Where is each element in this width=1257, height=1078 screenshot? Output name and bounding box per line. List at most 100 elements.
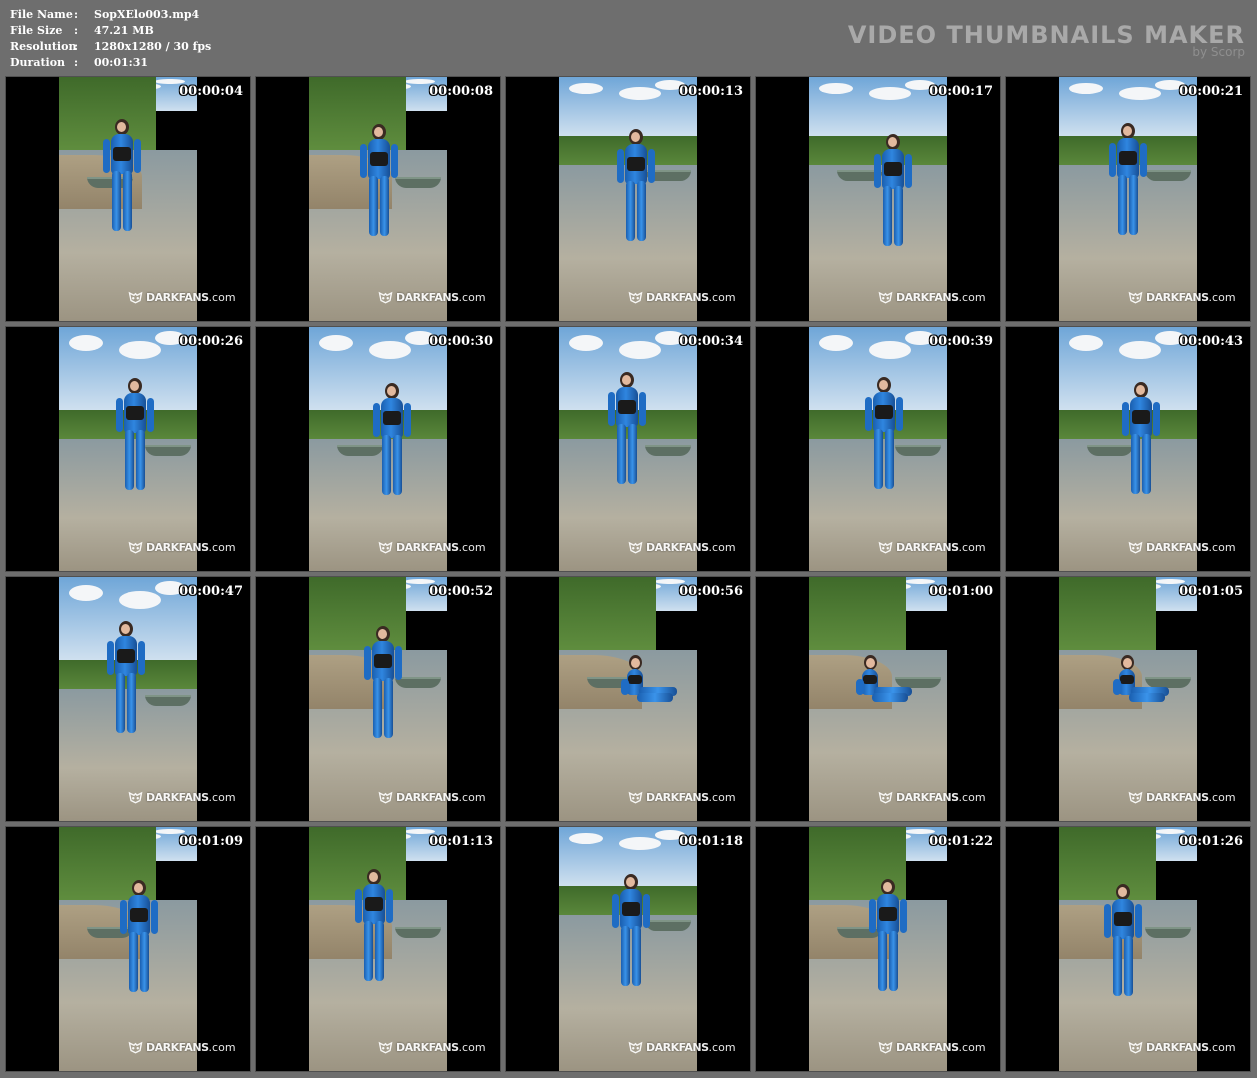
mask-logo-icon (378, 791, 393, 804)
watermark: DARKFANS.com (1128, 540, 1236, 555)
watermark-domain: .com (708, 291, 736, 304)
video-thumbnail[interactable]: 00:00:13 DARKFANS.com (506, 77, 750, 321)
video-thumbnail[interactable]: 00:00:17 DARKFANS.com (756, 77, 1000, 321)
info-value: 47.21 MB (94, 24, 154, 37)
watermark-brand: DARKFANS (1146, 1041, 1209, 1054)
mask-logo-icon (1128, 541, 1143, 554)
timestamp-label: 00:00:17 (929, 84, 993, 99)
mask-logo-icon (878, 291, 893, 304)
video-thumbnail[interactable]: 00:00:26 DARKFANS.com (6, 327, 250, 571)
watermark-brand: DARKFANS (146, 791, 209, 804)
watermark: DARKFANS.com (878, 790, 986, 805)
mask-logo-icon (628, 291, 643, 304)
video-thumbnail[interactable]: 00:01:22 DARKFANS.com (756, 827, 1000, 1071)
watermark-domain: .com (458, 541, 486, 554)
watermark-domain: .com (208, 291, 236, 304)
watermark-domain: .com (458, 291, 486, 304)
mask-logo-icon (128, 541, 143, 554)
thumbnail-frame-image (59, 827, 197, 1071)
watermark-domain: .com (958, 291, 986, 304)
watermark-brand: DARKFANS (896, 291, 959, 304)
video-thumbnail[interactable]: 00:00:30 DARKFANS.com (256, 327, 500, 571)
info-row-file-name: File Name : SopXElo003.mp4 (10, 7, 211, 23)
timestamp-label: 00:00:13 (679, 84, 743, 99)
watermark-brand: DARKFANS (396, 791, 459, 804)
timestamp-label: 00:01:26 (1179, 834, 1243, 849)
watermark-brand: DARKFANS (896, 1041, 959, 1054)
thumbnail-frame-image (1059, 827, 1197, 1071)
watermark: DARKFANS.com (878, 540, 986, 555)
video-thumbnail[interactable]: 00:01:05 DARKFANS.com (1006, 577, 1250, 821)
thumbnail-frame-image (1059, 327, 1197, 571)
timestamp-label: 00:00:39 (929, 334, 993, 349)
watermark: DARKFANS.com (128, 1040, 236, 1055)
watermark-domain: .com (1208, 791, 1236, 804)
video-thumbnail[interactable]: 00:01:18 DARKFANS.com (506, 827, 750, 1071)
mask-logo-icon (378, 1041, 393, 1054)
video-thumbnail[interactable]: 00:00:52 DARKFANS.com (256, 577, 500, 821)
timestamp-label: 00:01:22 (929, 834, 993, 849)
info-value: 1280x1280 / 30 fps (94, 40, 212, 53)
watermark-brand: DARKFANS (396, 541, 459, 554)
mask-logo-icon (878, 1041, 893, 1054)
thumbnail-frame-image (309, 827, 447, 1071)
thumbnail-frame-image (809, 77, 947, 321)
watermark-brand: DARKFANS (146, 291, 209, 304)
video-thumbnail[interactable]: 00:00:21 DARKFANS.com (1006, 77, 1250, 321)
watermark-domain: .com (458, 1041, 486, 1054)
watermark-domain: .com (958, 1041, 986, 1054)
watermark-domain: .com (958, 791, 986, 804)
video-thumbnail[interactable]: 00:01:09 DARKFANS.com (6, 827, 250, 1071)
mask-logo-icon (878, 541, 893, 554)
video-thumbnail[interactable]: 00:00:34 DARKFANS.com (506, 327, 750, 571)
thumbnail-frame-image (59, 577, 197, 821)
watermark: DARKFANS.com (128, 540, 236, 555)
video-thumbnail[interactable]: 00:01:26 DARKFANS.com (1006, 827, 1250, 1071)
info-value: 00:01:31 (94, 56, 149, 69)
watermark: DARKFANS.com (128, 790, 236, 805)
video-thumbnail[interactable]: 00:00:39 DARKFANS.com (756, 327, 1000, 571)
brand-title: VIDEO THUMBNAILS MAKER (847, 21, 1245, 49)
timestamp-label: 00:00:30 (429, 334, 493, 349)
timestamp-label: 00:01:05 (1179, 584, 1243, 599)
info-separator: : (74, 8, 79, 21)
watermark-brand: DARKFANS (1146, 541, 1209, 554)
video-thumbnail[interactable]: 00:01:00 DARKFANS.com (756, 577, 1000, 821)
watermark-domain: .com (458, 791, 486, 804)
video-thumbnail[interactable]: 00:00:08 DARKFANS.com (256, 77, 500, 321)
mask-logo-icon (1128, 1041, 1143, 1054)
thumbnail-grid: 00:00:04 DARKFANS.com 00:00:08 DARKFANS.com… (6, 77, 1250, 1071)
thumbnail-frame-image (559, 327, 697, 571)
thumbnail-frame-image (59, 77, 197, 321)
mask-logo-icon (378, 291, 393, 304)
thumbnail-frame-image (809, 327, 947, 571)
watermark-brand: DARKFANS (646, 541, 709, 554)
watermark: DARKFANS.com (378, 540, 486, 555)
video-thumbnail[interactable]: 00:00:43 DARKFANS.com (1006, 327, 1250, 571)
info-label: File Name (10, 8, 73, 21)
video-thumbnail[interactable]: 00:00:56 DARKFANS.com (506, 577, 750, 821)
thumbnail-frame-image (559, 77, 697, 321)
timestamp-label: 00:00:34 (679, 334, 743, 349)
timestamp-label: 00:00:04 (179, 84, 243, 99)
watermark-domain: .com (208, 791, 236, 804)
watermark: DARKFANS.com (1128, 790, 1236, 805)
timestamp-label: 00:01:18 (679, 834, 743, 849)
thumbnail-frame-image (809, 577, 947, 821)
watermark: DARKFANS.com (878, 1040, 986, 1055)
info-label: File Size (10, 24, 63, 37)
video-thumbnail[interactable]: 00:00:04 DARKFANS.com (6, 77, 250, 321)
mask-logo-icon (128, 291, 143, 304)
thumbnail-frame-image (309, 577, 447, 821)
info-row-duration: Duration : 00:01:31 (10, 55, 211, 71)
watermark-brand: DARKFANS (396, 1041, 459, 1054)
watermark: DARKFANS.com (1128, 1040, 1236, 1055)
watermark-brand: DARKFANS (146, 541, 209, 554)
timestamp-label: 00:00:08 (429, 84, 493, 99)
thumbnail-frame-image (1059, 77, 1197, 321)
info-separator: : (74, 40, 79, 53)
mask-logo-icon (1128, 291, 1143, 304)
video-thumbnail[interactable]: 00:01:13 DARKFANS.com (256, 827, 500, 1071)
timestamp-label: 00:00:47 (179, 584, 243, 599)
video-thumbnail[interactable]: 00:00:47 DARKFANS.com (6, 577, 250, 821)
